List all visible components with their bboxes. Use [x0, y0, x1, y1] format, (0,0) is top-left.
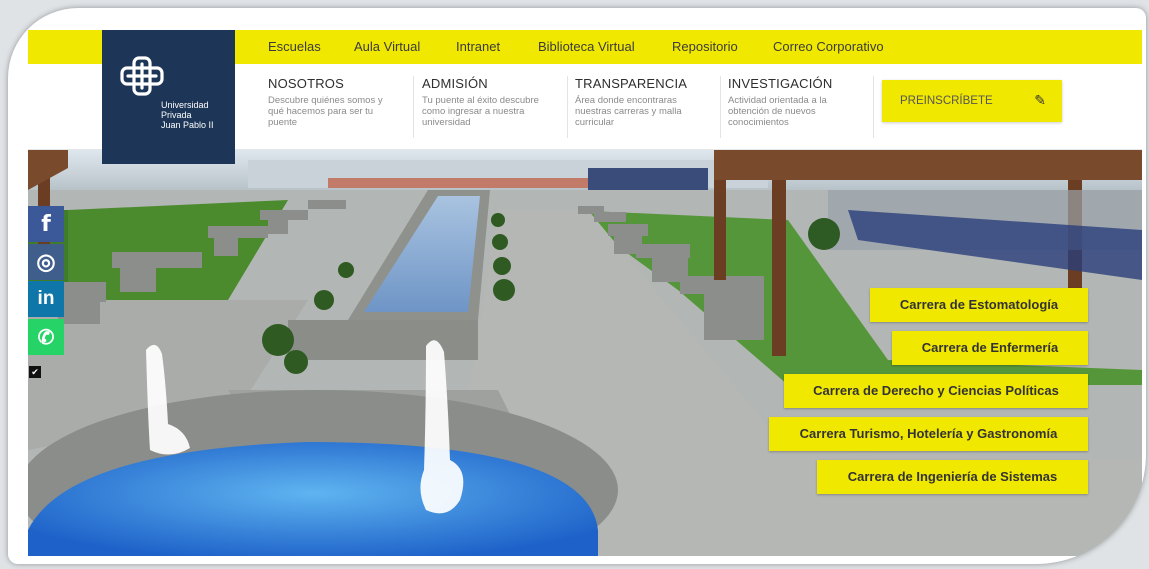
career-turismo-button[interactable]: Carrera Turismo, Hotelería y Gastronomía	[769, 417, 1088, 451]
instagram-icon[interactable]: ◎	[28, 244, 64, 280]
preinscribete-label: PREINSCRÍBETE	[900, 95, 993, 107]
social-collapse-icon[interactable]: ✔	[29, 366, 41, 378]
link-aula-virtual[interactable]: Aula Virtual	[354, 39, 420, 54]
career-estomatologia-button[interactable]: Carrera de Estomatología	[870, 288, 1088, 322]
pencil-icon: ✎	[1034, 92, 1046, 108]
link-correo-corporativo[interactable]: Correo Corporativo	[773, 39, 884, 54]
nav-transparencia[interactable]: TRANSPARENCIA Área donde encontraras nue…	[569, 76, 721, 138]
nav-description: Tu puente al éxito descubre como ingresa…	[422, 95, 539, 128]
logo-text: Universidad Privada Juan Pablo II	[161, 100, 214, 130]
preinscribete-button[interactable]: PREINSCRÍBETE ✎	[882, 80, 1062, 122]
career-derecho-button[interactable]: Carrera de Derecho y Ciencias Políticas	[784, 374, 1088, 408]
nav-description: Área donde encontraras nuestras carreras…	[575, 95, 682, 128]
nav-title: NOSOTROS	[268, 76, 344, 91]
nav-title: ADMISIÓN	[422, 76, 488, 91]
nav-description: Actividad orientada a la obtención de nu…	[728, 95, 827, 128]
hero-banner: f ◎ in ✆ ✔ Carrera de Estomatología Carr…	[28, 150, 1142, 556]
facebook-icon[interactable]: f	[28, 206, 64, 242]
nav-title: TRANSPARENCIA	[575, 76, 688, 91]
career-enfermeria-button[interactable]: Carrera de Enfermería	[892, 331, 1088, 365]
screenshot-frame: Escuelas Aula Virtual Intranet Bibliotec…	[8, 8, 1146, 564]
university-logo[interactable]: Universidad Privada Juan Pablo II	[102, 30, 235, 164]
logo-line: Juan Pablo II	[161, 120, 214, 130]
link-biblioteca-virtual[interactable]: Biblioteca Virtual	[538, 39, 635, 54]
logo-line: Privada	[161, 110, 192, 120]
whatsapp-icon[interactable]: ✆	[28, 319, 64, 355]
link-escuelas[interactable]: Escuelas	[268, 39, 321, 54]
website-screen: Escuelas Aula Virtual Intranet Bibliotec…	[28, 30, 1142, 556]
nav-title: INVESTIGACIÓN	[728, 76, 833, 91]
nav-description: Descubre quiénes somos y qué hacemos par…	[268, 95, 383, 128]
linkedin-icon[interactable]: in	[28, 281, 64, 317]
nav-investigacion[interactable]: INVESTIGACIÓN Actividad orientada a la o…	[722, 76, 874, 138]
logo-line: Universidad	[161, 100, 209, 110]
nav-admision[interactable]: ADMISIÓN Tu puente al éxito descubre com…	[416, 76, 568, 138]
link-intranet[interactable]: Intranet	[456, 39, 500, 54]
link-repositorio[interactable]: Repositorio	[672, 39, 738, 54]
career-sistemas-button[interactable]: Carrera de Ingeniería de Sistemas	[817, 460, 1088, 494]
nav-nosotros[interactable]: NOSOTROS Descubre quiénes somos y qué ha…	[262, 76, 414, 138]
logo-mark-icon	[120, 56, 164, 96]
